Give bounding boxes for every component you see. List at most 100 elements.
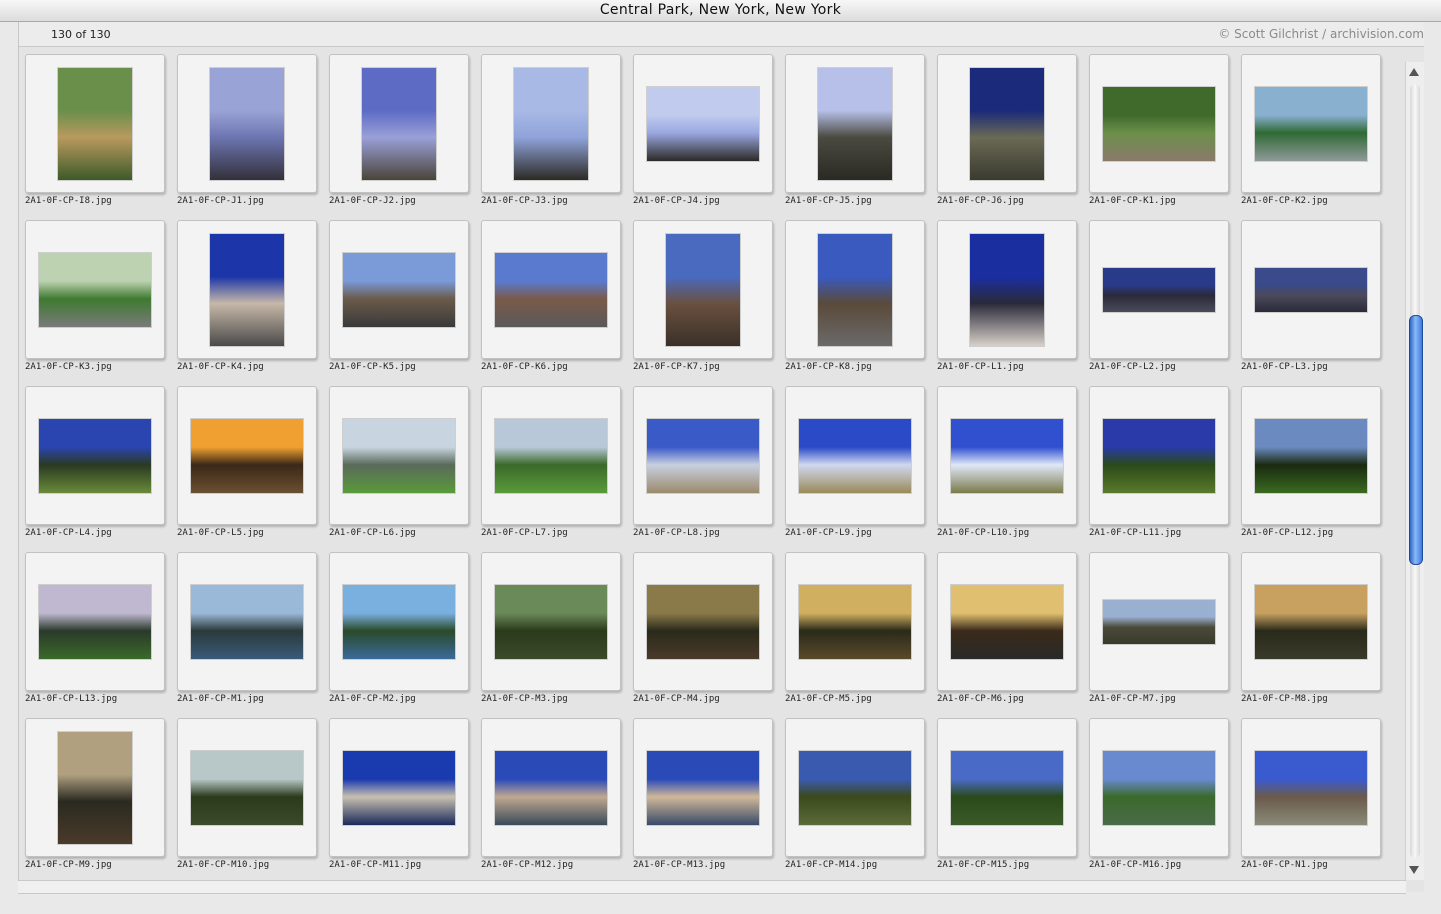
- photo-thumbnail[interactable]: [495, 584, 607, 659]
- thumbnail-cell[interactable]: 2A1-0F-CP-J2.jpg: [329, 54, 481, 220]
- slide-mount[interactable]: [785, 552, 925, 691]
- thumbnail-cell[interactable]: 2A1-0F-CP-K2.jpg: [1241, 54, 1393, 220]
- slide-mount[interactable]: [481, 718, 621, 857]
- photo-thumbnail[interactable]: [1103, 599, 1215, 644]
- photo-thumbnail[interactable]: [495, 252, 607, 327]
- slide-mount[interactable]: [633, 54, 773, 193]
- slide-mount[interactable]: [25, 718, 165, 857]
- slide-mount[interactable]: [937, 718, 1077, 857]
- photo-thumbnail[interactable]: [799, 750, 911, 825]
- thumbnail-cell[interactable]: 2A1-0F-CP-M10.jpg: [177, 718, 329, 884]
- thumbnail-cell[interactable]: 2A1-0F-CP-L1.jpg: [937, 220, 1089, 386]
- photo-thumbnail[interactable]: [210, 233, 284, 346]
- photo-thumbnail[interactable]: [1255, 86, 1367, 161]
- slide-mount[interactable]: [633, 386, 773, 525]
- photo-thumbnail[interactable]: [647, 584, 759, 659]
- thumbnail-cell[interactable]: 2A1-0F-CP-M16.jpg: [1089, 718, 1241, 884]
- slide-mount[interactable]: [1241, 54, 1381, 193]
- slide-mount[interactable]: [785, 54, 925, 193]
- photo-thumbnail[interactable]: [58, 67, 132, 180]
- photo-thumbnail[interactable]: [647, 86, 759, 161]
- photo-thumbnail[interactable]: [191, 584, 303, 659]
- slide-mount[interactable]: [1241, 718, 1381, 857]
- thumbnail-cell[interactable]: 2A1-0F-CP-M14.jpg: [785, 718, 937, 884]
- slide-mount[interactable]: [785, 220, 925, 359]
- photo-thumbnail[interactable]: [343, 750, 455, 825]
- photo-thumbnail[interactable]: [951, 750, 1063, 825]
- thumbnail-cell[interactable]: 2A1-0F-CP-L6.jpg: [329, 386, 481, 552]
- thumbnail-cell[interactable]: 2A1-0F-CP-M5.jpg: [785, 552, 937, 718]
- thumbnail-cell[interactable]: 2A1-0F-CP-J4.jpg: [633, 54, 785, 220]
- thumbnail-cell[interactable]: 2A1-0F-CP-L11.jpg: [1089, 386, 1241, 552]
- slide-mount[interactable]: [25, 54, 165, 193]
- thumbnail-cell[interactable]: 2A1-0F-CP-K5.jpg: [329, 220, 481, 386]
- photo-thumbnail[interactable]: [343, 418, 455, 493]
- photo-thumbnail[interactable]: [951, 584, 1063, 659]
- thumbnail-cell[interactable]: 2A1-0F-CP-K3.jpg: [25, 220, 177, 386]
- thumbnail-cell[interactable]: 2A1-0F-CP-M8.jpg: [1241, 552, 1393, 718]
- thumbnail-cell[interactable]: 2A1-0F-CP-L12.jpg: [1241, 386, 1393, 552]
- thumbnail-cell[interactable]: 2A1-0F-CP-K1.jpg: [1089, 54, 1241, 220]
- thumbnail-cell[interactable]: 2A1-0F-CP-M4.jpg: [633, 552, 785, 718]
- slide-mount[interactable]: [785, 386, 925, 525]
- slide-mount[interactable]: [937, 220, 1077, 359]
- slide-mount[interactable]: [937, 552, 1077, 691]
- slide-mount[interactable]: [1089, 220, 1229, 359]
- thumbnail-cell[interactable]: 2A1-0F-CP-M3.jpg: [481, 552, 633, 718]
- thumbnail-cell[interactable]: 2A1-0F-CP-M6.jpg: [937, 552, 1089, 718]
- slide-mount[interactable]: [25, 552, 165, 691]
- photo-thumbnail[interactable]: [818, 233, 892, 346]
- slide-mount[interactable]: [177, 718, 317, 857]
- photo-thumbnail[interactable]: [343, 252, 455, 327]
- photo-thumbnail[interactable]: [799, 584, 911, 659]
- photo-thumbnail[interactable]: [495, 418, 607, 493]
- slide-mount[interactable]: [25, 386, 165, 525]
- thumbnail-cell[interactable]: 2A1-0F-CP-L10.jpg: [937, 386, 1089, 552]
- slide-mount[interactable]: [633, 718, 773, 857]
- slide-mount[interactable]: [177, 220, 317, 359]
- thumbnail-cell[interactable]: 2A1-0F-CP-J6.jpg: [937, 54, 1089, 220]
- thumbnail-cell[interactable]: 2A1-0F-CP-M1.jpg: [177, 552, 329, 718]
- photo-thumbnail[interactable]: [191, 750, 303, 825]
- slide-mount[interactable]: [633, 220, 773, 359]
- photo-thumbnail[interactable]: [362, 67, 436, 180]
- slide-mount[interactable]: [329, 220, 469, 359]
- slide-mount[interactable]: [481, 552, 621, 691]
- photo-thumbnail[interactable]: [495, 750, 607, 825]
- photo-thumbnail[interactable]: [1255, 584, 1367, 659]
- slide-mount[interactable]: [177, 552, 317, 691]
- thumbnail-cell[interactable]: 2A1-0F-CP-L8.jpg: [633, 386, 785, 552]
- thumbnail-cell[interactable]: 2A1-0F-CP-L9.jpg: [785, 386, 937, 552]
- slide-mount[interactable]: [329, 386, 469, 525]
- photo-thumbnail[interactable]: [951, 418, 1063, 493]
- scroll-down-arrow-icon[interactable]: [1409, 866, 1419, 874]
- slide-mount[interactable]: [329, 552, 469, 691]
- photo-thumbnail[interactable]: [343, 584, 455, 659]
- thumbnail-cell[interactable]: 2A1-0F-CP-K8.jpg: [785, 220, 937, 386]
- slide-mount[interactable]: [481, 220, 621, 359]
- thumbnail-cell[interactable]: 2A1-0F-CP-J5.jpg: [785, 54, 937, 220]
- slide-mount[interactable]: [177, 386, 317, 525]
- slide-mount[interactable]: [633, 552, 773, 691]
- thumbnail-cell[interactable]: 2A1-0F-CP-M11.jpg: [329, 718, 481, 884]
- thumbnail-cell[interactable]: 2A1-0F-CP-K6.jpg: [481, 220, 633, 386]
- photo-thumbnail[interactable]: [210, 67, 284, 180]
- thumbnail-cell[interactable]: 2A1-0F-CP-M12.jpg: [481, 718, 633, 884]
- thumbnail-cell[interactable]: 2A1-0F-CP-M15.jpg: [937, 718, 1089, 884]
- vertical-scrollbar[interactable]: [1405, 62, 1424, 880]
- thumbnail-cell[interactable]: 2A1-0F-CP-M13.jpg: [633, 718, 785, 884]
- slide-mount[interactable]: [937, 54, 1077, 193]
- thumbnail-cell[interactable]: 2A1-0F-CP-K4.jpg: [177, 220, 329, 386]
- thumbnail-cell[interactable]: 2A1-0F-CP-K7.jpg: [633, 220, 785, 386]
- slide-mount[interactable]: [481, 54, 621, 193]
- slide-mount[interactable]: [1241, 220, 1381, 359]
- thumbnail-cell[interactable]: 2A1-0F-CP-N1.jpg: [1241, 718, 1393, 884]
- thumbnail-cell[interactable]: 2A1-0F-CP-L5.jpg: [177, 386, 329, 552]
- photo-thumbnail[interactable]: [799, 418, 911, 493]
- slide-mount[interactable]: [1241, 386, 1381, 525]
- slide-mount[interactable]: [1089, 552, 1229, 691]
- slide-mount[interactable]: [1241, 552, 1381, 691]
- photo-thumbnail[interactable]: [647, 750, 759, 825]
- photo-thumbnail[interactable]: [1103, 750, 1215, 825]
- slide-mount[interactable]: [1089, 386, 1229, 525]
